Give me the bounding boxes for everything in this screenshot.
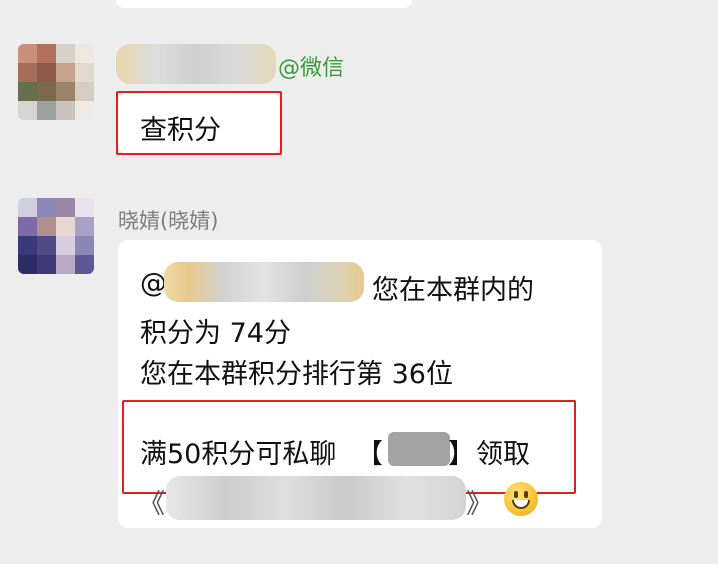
highlight-box — [116, 91, 282, 155]
grinning-face-icon — [504, 482, 538, 516]
avatar[interactable] — [18, 44, 94, 120]
avatar[interactable] — [18, 198, 94, 274]
mention-name-blurred — [164, 262, 364, 302]
previous-message-bubble — [116, 0, 412, 8]
mention-prefix: @ — [140, 268, 167, 299]
message-line: 您在本群内的 — [372, 275, 534, 306]
link-bracket-close: 》 — [466, 489, 493, 520]
sender-name-blurred — [116, 44, 276, 84]
link-title-blurred[interactable] — [166, 476, 466, 520]
sender-name: 晓婧(晓婧) — [118, 209, 219, 233]
message-line: 您在本群积分排行第 36位 — [140, 359, 453, 390]
link-bracket-open: 《 — [138, 489, 165, 520]
message-line: 积分为 74分 — [140, 318, 291, 349]
sender-tag: @微信 — [278, 56, 345, 81]
